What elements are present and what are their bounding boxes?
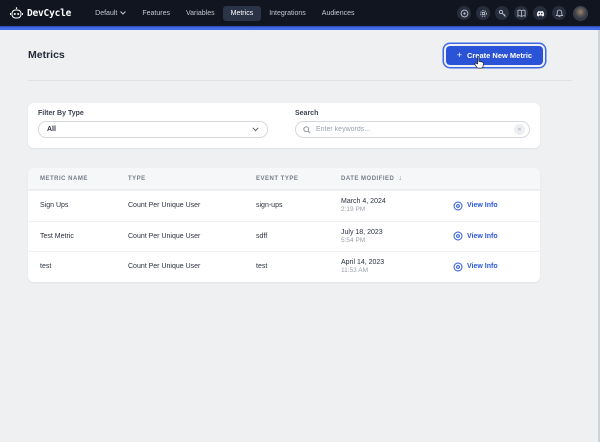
metric-name-cell: test <box>28 263 128 270</box>
brand-name: DevCycle <box>27 8 71 19</box>
view-info-button[interactable]: View Info <box>453 201 540 211</box>
search-icon <box>303 126 311 134</box>
search-label: Search <box>295 110 530 117</box>
project-selector[interactable]: Default <box>87 6 134 21</box>
devcycle-logo[interactable]: DevCycle <box>10 7 71 20</box>
nav-item-metrics[interactable]: Metrics <box>223 6 262 21</box>
notifications-bell-icon[interactable] <box>552 6 566 20</box>
search-box: ✕ <box>295 121 530 138</box>
column-header-type[interactable]: TYPE <box>128 176 256 182</box>
table-row[interactable]: Sign Ups Count Per Unique User sign-ups … <box>28 190 540 221</box>
chevron-down-icon <box>252 127 259 132</box>
metric-name-cell: Test Metric <box>28 233 128 240</box>
view-info-button[interactable]: View Info <box>453 262 540 272</box>
table-row[interactable]: test Count Per Unique User test April 14… <box>28 251 540 282</box>
metric-type-cell: Count Per Unique User <box>128 202 256 209</box>
clear-search-icon[interactable]: ✕ <box>514 124 525 135</box>
eye-icon <box>453 231 463 241</box>
status-target-icon[interactable] <box>457 6 471 20</box>
column-header-date-modified[interactable]: DATE MODIFIED↓ <box>341 175 453 182</box>
eye-icon <box>453 262 463 272</box>
create-new-metric-label: Create New Metric <box>467 51 532 60</box>
view-info-button[interactable]: View Info <box>453 231 540 241</box>
column-header-metric-name[interactable]: METRIC NAME <box>28 176 128 182</box>
nav-item-audiences[interactable]: Audiences <box>314 6 363 21</box>
discord-icon[interactable] <box>533 6 547 20</box>
sort-desc-icon[interactable]: ↓ <box>398 175 402 182</box>
date-modified-cell: March 4, 2024 2:19 PM <box>341 198 453 213</box>
nav-item-features[interactable]: Features <box>134 6 178 21</box>
user-avatar[interactable] <box>573 6 588 21</box>
docs-book-icon[interactable] <box>514 6 528 20</box>
devcycle-robot-icon <box>10 7 23 20</box>
api-key-icon[interactable] <box>495 6 509 20</box>
column-header-event-type[interactable]: EVENT TYPE <box>256 176 341 182</box>
nav-item-variables[interactable]: Variables <box>178 6 223 21</box>
filter-type-value: All <box>47 126 56 133</box>
search-input[interactable] <box>316 126 514 133</box>
top-navbar: DevCycle Default Features Variables Metr… <box>0 0 600 26</box>
filter-type-select[interactable]: All <box>38 121 268 138</box>
nav-item-integrations[interactable]: Integrations <box>261 6 314 21</box>
metric-type-cell: Count Per Unique User <box>128 263 256 270</box>
create-new-metric-button[interactable]: + Create New Metric <box>446 46 543 65</box>
chevron-down-icon <box>120 11 126 15</box>
filter-card: Filter By Type All Search ✕ <box>28 103 540 148</box>
plus-icon: + <box>457 51 462 60</box>
date-modified-cell: July 18, 2023 5:54 PM <box>341 229 453 244</box>
table-row[interactable]: Test Metric Count Per Unique User sdff J… <box>28 221 540 252</box>
date-modified-cell: April 14, 2023 11:53 AM <box>341 259 453 274</box>
event-type-cell: sign-ups <box>256 202 341 209</box>
page-header: Metrics + Create New Metric <box>0 30 600 80</box>
page-title: Metrics <box>28 49 65 61</box>
settings-gear-icon[interactable] <box>476 6 490 20</box>
metric-type-cell: Count Per Unique User <box>128 233 256 240</box>
metrics-table: METRIC NAME TYPE EVENT TYPE DATE MODIFIE… <box>28 168 540 282</box>
event-type-cell: sdff <box>256 233 341 240</box>
header-divider <box>28 80 572 81</box>
eye-icon <box>453 201 463 211</box>
filter-by-type-label: Filter By Type <box>38 110 268 117</box>
project-selector-label: Default <box>95 10 117 17</box>
event-type-cell: test <box>256 263 341 270</box>
table-header-row: METRIC NAME TYPE EVENT TYPE DATE MODIFIE… <box>28 168 540 190</box>
metric-name-cell: Sign Ups <box>28 202 128 209</box>
